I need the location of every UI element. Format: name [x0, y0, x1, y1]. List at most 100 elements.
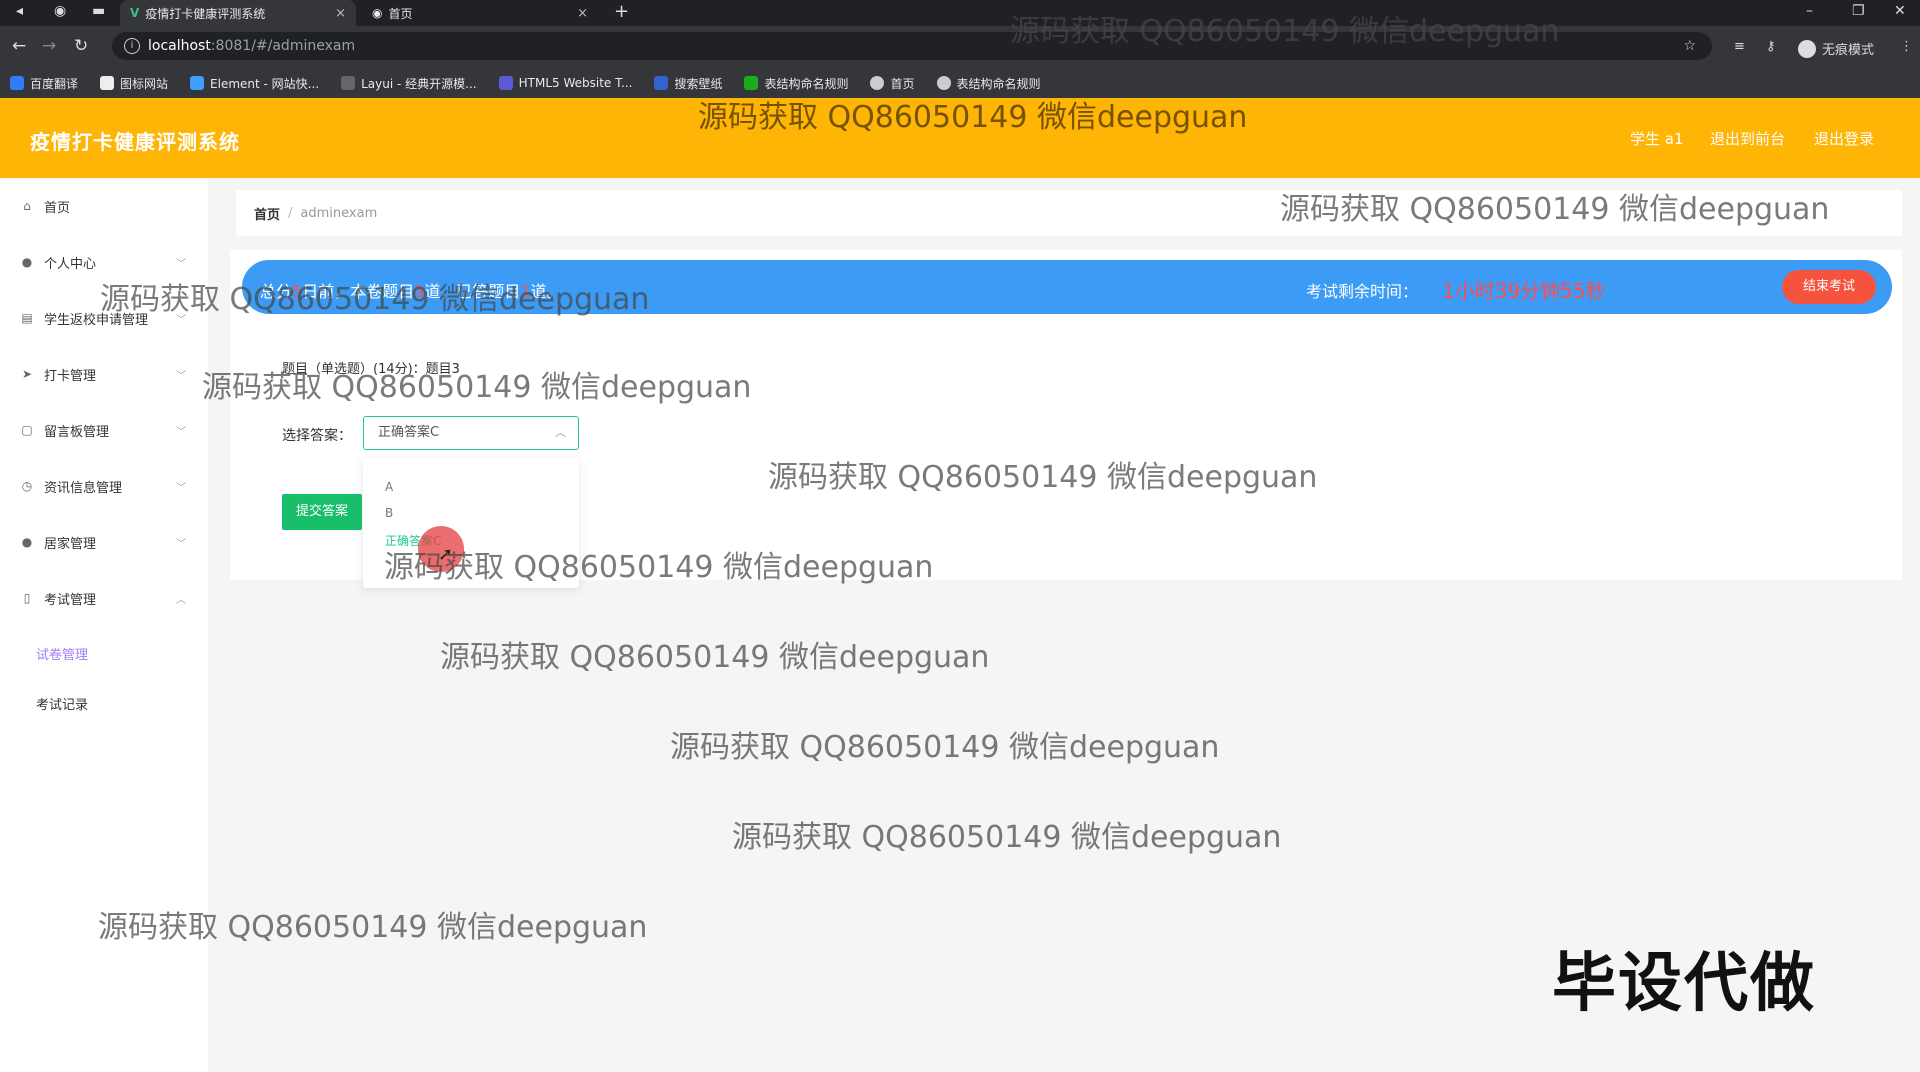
bookmark-item[interactable]: 首页 [870, 75, 915, 92]
restore-icon[interactable]: ❐ [1852, 3, 1865, 19]
reload-icon[interactable]: ↻ [74, 36, 88, 56]
back-to-front-link[interactable]: 退出到前台 [1710, 128, 1785, 149]
current-user: 学生 a1 [1630, 130, 1684, 148]
globe-icon [870, 76, 885, 90]
back-icon[interactable]: ← [12, 36, 26, 56]
tab-title: 疫情打卡健康评测系统 [145, 6, 266, 21]
home-icon: ⌂ [23, 199, 31, 213]
message-icon: ▢ [21, 423, 33, 437]
tab-title: 首页 [388, 6, 413, 21]
breadcrumb-home[interactable]: 首页 [254, 204, 280, 223]
wallpaper-icon [654, 76, 669, 90]
translate-icon [10, 76, 24, 90]
bookmark-item[interactable]: Layui - 经典开源模... [341, 75, 477, 92]
chevron-down-icon: ﹀ [176, 258, 186, 270]
media-icon[interactable]: ≡ [1734, 39, 1745, 54]
new-tab-button[interactable]: + [614, 1, 629, 22]
watermark: 源码获取 QQ86050149 微信deepguan [98, 910, 648, 945]
chevron-down-icon: ﹀ [176, 482, 186, 494]
browser-tab-bar: ◂ ◉ ▬ V 疫情打卡健康评测系统 × ◉ 首页 × + – ❐ ✕ [0, 0, 1920, 26]
bookmark-label: 表结构命名规则 [764, 76, 849, 91]
globe-icon[interactable]: ◉ [54, 3, 66, 19]
timer-value: 1小时39分钟55秒 [1442, 279, 1606, 303]
chevron-down-icon: ﹀ [176, 370, 186, 382]
option-b[interactable]: B [385, 506, 393, 520]
bookmark-label: Layui - 经典开源模... [361, 76, 477, 91]
sidebar-item-home-quarantine[interactable]: ● 居家管理 ﹀ [0, 522, 208, 562]
bookmark-item[interactable]: HTML5 Website T... [498, 76, 633, 90]
close-icon[interactable]: × [577, 6, 588, 21]
watermark: 源码获取 QQ86050149 微信deepguan [1010, 14, 1560, 49]
clipboard-icon: ▤ [21, 311, 33, 325]
bookmark-item[interactable]: 表结构命名规则 [744, 75, 848, 92]
send-icon: ➤ [21, 367, 33, 381]
sidebar-item-exam[interactable]: ▯ 考试管理 ︿ [0, 578, 208, 618]
globe-icon: ◉ [372, 6, 383, 20]
bookmark-label: 表结构命名规则 [956, 76, 1041, 91]
bookmark-label: 搜索壁纸 [674, 76, 723, 91]
bookmark-item[interactable]: 图标网站 [100, 75, 168, 92]
incognito-profile[interactable]: 无痕模式 [1798, 39, 1874, 58]
submit-answer-button[interactable]: 提交答案 [282, 494, 362, 530]
sidebar-item-label: 资讯信息管理 [44, 480, 123, 496]
bookmark-item[interactable]: 搜索壁纸 [654, 75, 722, 92]
sidebar-item-label: 考试管理 [44, 592, 97, 608]
sidebar-item-message-board[interactable]: ▢ 留言板管理 ﹀ [0, 410, 208, 450]
breadcrumb-current: adminexam [300, 205, 378, 221]
globe-icon [936, 76, 951, 90]
forward-icon[interactable]: → [42, 36, 56, 56]
bookmark-label: 首页 [890, 76, 915, 91]
sidebar-item-label: 留言板管理 [44, 424, 110, 440]
end-exam-button[interactable]: 结束考试 [1782, 270, 1876, 304]
watermark: 源码获取 QQ86050149 微信deepguan [768, 460, 1318, 495]
close-icon[interactable]: × [335, 6, 346, 21]
window-icon[interactable]: ▬ [92, 3, 105, 19]
watermark: 源码获取 QQ86050149 微信deepguan [202, 370, 752, 405]
option-a[interactable]: A [385, 480, 393, 494]
watermark: 源码获取 QQ86050149 微信deepguan [440, 640, 990, 675]
sidebar-subitem-papers[interactable]: 试卷管理 [36, 644, 88, 663]
logout-link[interactable]: 退出登录 [1814, 128, 1874, 149]
html5-icon [498, 76, 513, 90]
app-title: 疫情打卡健康评测系统 [30, 130, 240, 154]
incognito-icon [1798, 39, 1816, 58]
chevron-down-icon: ﹀ [176, 426, 186, 438]
sidebar-item-news[interactable]: ◷ 资讯信息管理 ﹀ [0, 466, 208, 506]
back-audio-icon[interactable]: ◂ [16, 3, 23, 19]
tab-home[interactable]: ◉ 首页 × [362, 0, 598, 26]
close-window-icon[interactable]: ✕ [1894, 3, 1906, 19]
bookmark-label: Element - 网站快... [210, 76, 320, 91]
sidebar-item-label: 打卡管理 [44, 368, 97, 384]
bookmark-item[interactable]: Element - 网站快... [190, 75, 319, 92]
bookmark-label: HTML5 Website T... [518, 76, 633, 90]
info-icon[interactable]: i [124, 38, 140, 54]
url-path: :8081/#/adminexam [210, 38, 356, 54]
sidebar-item-checkin[interactable]: ➤ 打卡管理 ﹀ [0, 354, 208, 394]
watermark: 源码获取 QQ86050149 微信deepguan [698, 100, 1248, 135]
tab-exam-system[interactable]: V 疫情打卡健康评测系统 × [120, 0, 356, 26]
bookmark-label: 百度翻译 [30, 76, 79, 91]
key-icon[interactable]: ⚷ [1766, 39, 1776, 54]
layui-icon [341, 76, 356, 90]
sidebar-subitem-records[interactable]: 考试记录 [36, 694, 88, 713]
sidebar-item-label: 个人中心 [44, 256, 97, 272]
watermark: 源码获取 QQ86050149 微信deepguan [100, 282, 650, 317]
bookmark-item[interactable]: 表结构命名规则 [936, 75, 1041, 92]
sheet-icon [744, 76, 759, 90]
corner-stamp: 毕设代做 [1552, 947, 1816, 1021]
sidebar-item-label: 居家管理 [44, 536, 97, 552]
menu-icon[interactable]: ⋮ [1900, 39, 1913, 54]
phone-icon: ▯ [23, 591, 31, 605]
element-icon [190, 76, 205, 90]
chevron-up-icon: ︿ [176, 594, 186, 606]
sidebar-item-label: 首页 [44, 200, 71, 216]
watermark: 源码获取 QQ86050149 微信deepguan [732, 820, 1282, 855]
address-bar-row: ← → ↻ i localhost :8081/#/adminexam ☆ ≡ … [0, 26, 1920, 68]
flag-icon [100, 76, 115, 90]
sidebar-item-home[interactable]: ⌂ 首页 [0, 186, 208, 226]
bookmark-item[interactable]: 百度翻译 [10, 75, 78, 92]
star-icon[interactable]: ☆ [1683, 38, 1696, 54]
breadcrumb-separator: / [288, 205, 293, 221]
answer-select[interactable]: 正确答案C ︿ [363, 416, 579, 450]
minimize-icon[interactable]: – [1806, 3, 1813, 19]
